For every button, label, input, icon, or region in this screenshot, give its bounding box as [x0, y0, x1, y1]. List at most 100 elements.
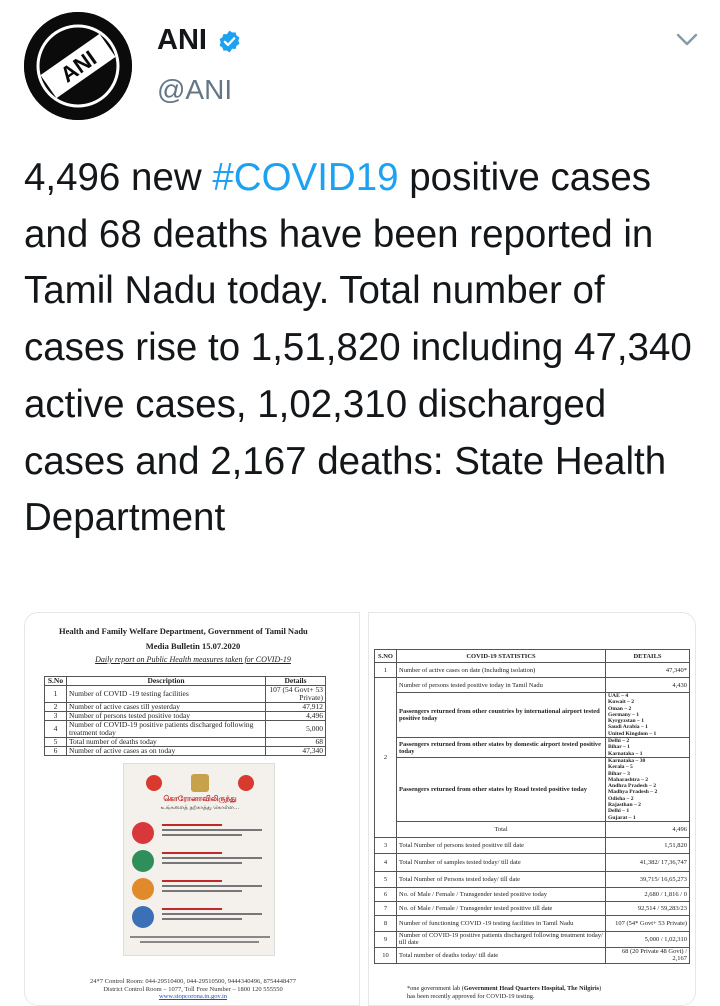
tweet-text-part: positive cases and 68 deaths have been r…: [24, 156, 692, 540]
table-cell: 4,496: [265, 711, 326, 721]
table-cell: 1,51,820: [605, 836, 690, 854]
table-row: 10 Total number of deaths today/ till da…: [374, 946, 690, 964]
table-row: Total 4,496: [375, 820, 690, 838]
table-cell: 68 (20 Private 48 Govt) / 2,167: [605, 946, 690, 964]
table-cell: 107 (54 Govt+ 53 Private): [265, 685, 326, 703]
table-cell: 6: [44, 746, 67, 756]
country-list: UAE – 4 Kuwait – 2 Oman – 2 Germany – 1 …: [605, 691, 690, 739]
table-row: 3 Total Number of persons tested positiv…: [374, 836, 690, 854]
table-cell: 9: [374, 930, 397, 948]
table-cell: 8: [374, 914, 397, 932]
bulletin-date: Media Bulletin 15.07.2020: [145, 641, 241, 651]
table-header: COVID-19 STATISTICS: [396, 649, 606, 663]
table-cell: Number of COVID-19 positive patients dis…: [396, 930, 606, 948]
table-cell: 10: [374, 946, 397, 964]
table-cell: 1: [44, 685, 67, 703]
table-row: 6 Number of active cases as on today 47,…: [44, 746, 326, 756]
website-link: www.stopcorona.tn.gov.in: [158, 993, 228, 1000]
table-cell: Number of COVID -19 testing facilities: [66, 685, 266, 703]
table-cell: 107 (54* Govt+ 53 Private): [605, 914, 690, 932]
table-cell: 39,715/ 16,65,273: [605, 870, 690, 888]
control-room-contacts: 24*7 Control Room: 044-29510400, 044-295…: [25, 978, 361, 1001]
table-cell: Passengers returned from other states by…: [396, 737, 606, 758]
table-cell: Total Number of persons tested positive …: [396, 836, 606, 854]
table-row: 1 Number of COVID -19 testing facilities…: [44, 685, 326, 703]
table-cell: 4,430: [605, 677, 690, 693]
table-cell: 7: [374, 900, 397, 916]
footnote: *one government lab (Government Head Qua…: [407, 985, 601, 1000]
table-row: 8 Number of functioning COVID -19 testin…: [374, 914, 690, 932]
table-cell: 3: [44, 711, 67, 721]
footnote-hospital: Government Head Quarters Hospital, The N…: [463, 985, 600, 992]
chevron-down-icon[interactable]: [674, 30, 700, 50]
table-cell: 3: [374, 836, 397, 854]
table-cell: Passengers returned from other states by…: [396, 756, 606, 822]
media-image-bulletin[interactable]: Health and Family Welfare Department, Go…: [24, 612, 360, 1006]
table-row: 1 Number of active cases on date (Includ…: [374, 662, 690, 678]
table-cell: Total: [396, 820, 606, 838]
display-name[interactable]: ANI: [157, 24, 207, 57]
table-cell: No. of Male / Female / Transgender teste…: [396, 900, 606, 916]
hashtag-link[interactable]: #COVID19: [212, 156, 398, 199]
bulletin-summary-table: S.No Description Details 1 Number of COV…: [44, 676, 326, 756]
table-row: 4 Total Number of samples tested today/ …: [374, 852, 690, 872]
distance-icon: [132, 878, 154, 900]
footnote-text: *one government lab (: [407, 985, 464, 992]
contact-line: District Control Room – 1077, Toll Free …: [103, 985, 283, 993]
table-cell: Number of active cases on date (Includin…: [396, 662, 606, 678]
table-cell: 47,340*: [605, 662, 690, 678]
table-cell: 5,000: [265, 720, 326, 738]
doctor-icon: [132, 906, 154, 928]
table-row: 9 Number of COVID-19 positive patients d…: [374, 930, 690, 948]
bulletin-subtitle: Daily report on Public Health measures t…: [95, 655, 291, 664]
government-emblem-icon: [146, 774, 254, 792]
poster-subtitle: உங்களைத் தற்காத்து கொள்ள...: [160, 805, 240, 811]
table-cell: 1: [374, 662, 397, 678]
table-cell: 2: [374, 677, 397, 838]
list-item: United Kingdom – 1: [608, 730, 657, 737]
table-cell: Total Number of Persons tested today/ ti…: [396, 870, 606, 888]
media-image-statistics[interactable]: S.NO COVID-19 STATISTICS DETAILS 1 Numbe…: [368, 612, 696, 1006]
table-cell: Number of persons tested positive today …: [396, 677, 606, 693]
poster-step: [132, 848, 268, 874]
table-row: 7 No. of Male / Female / Transgender tes…: [374, 900, 690, 916]
table-cell: Number of active cases as on today: [66, 746, 266, 756]
user-handle[interactable]: @ANI: [157, 74, 232, 106]
table-cell: 41,382/ 17,36,747: [605, 852, 690, 872]
table-header: S.No: [44, 676, 67, 686]
tweet-media[interactable]: Health and Family Welfare Department, Go…: [24, 612, 696, 1006]
poster-step: [132, 904, 268, 930]
handwash-icon: [132, 850, 154, 872]
state-list: Karnataka – 30 Kerala – 5 Bihar – 3 Maha…: [605, 756, 690, 822]
table-row: 5 Total Number of Persons tested today/ …: [374, 870, 690, 888]
poster-footer: [130, 936, 270, 950]
table-cell: Total Number of samples tested today/ ti…: [396, 852, 606, 872]
table-row: Passengers returned from other states by…: [375, 737, 690, 758]
table-row: Passengers returned from other countries…: [375, 691, 690, 739]
table-header: DETAILS: [605, 649, 690, 663]
mask-icon: [132, 822, 154, 844]
table-header: S.NO: [374, 649, 397, 663]
table-cell: Passengers returned from other countries…: [396, 691, 606, 739]
footnote-text: has been recently approved for COVID-19 …: [407, 992, 535, 1000]
covid-statistics-table: S.NO COVID-19 STATISTICS DETAILS 1 Numbe…: [374, 649, 690, 964]
state-list: Delhi – 2 Bihar – 1 Karnataka – 1: [605, 737, 690, 758]
poster-title: கொரோனாவிலிருந்து: [163, 794, 237, 803]
table-cell: Total number of deaths today/ till date: [396, 946, 606, 964]
tweet-text: 4,496 new #COVID19 positive cases and 68…: [24, 150, 704, 547]
table-cell: 4: [44, 720, 67, 738]
avatar[interactable]: ANI: [24, 12, 132, 120]
list-item: Karnataka – 1: [608, 750, 643, 757]
table-cell: 5,000 / 1,02,310: [605, 930, 690, 948]
table-cell: No. of Male / Female / Transgender teste…: [396, 886, 606, 902]
table-cell: 2,680 / 1,816 / 0: [605, 886, 690, 902]
poster-step: [132, 876, 268, 902]
table-row: Passengers returned from other states by…: [375, 756, 690, 822]
table-cell: 47,340: [265, 746, 326, 756]
table-header: Description: [66, 676, 266, 686]
contact-line: 24*7 Control Room: 044-29510400, 044-295…: [89, 978, 296, 985]
table-cell: 4: [374, 852, 397, 872]
awareness-poster: கொரோனாவிலிருந்து உங்களைத் தற்காத்து கொள்…: [123, 763, 275, 956]
poster-step: [132, 820, 268, 846]
table-row: 4 Number of COVID-19 positive patients d…: [44, 720, 326, 738]
